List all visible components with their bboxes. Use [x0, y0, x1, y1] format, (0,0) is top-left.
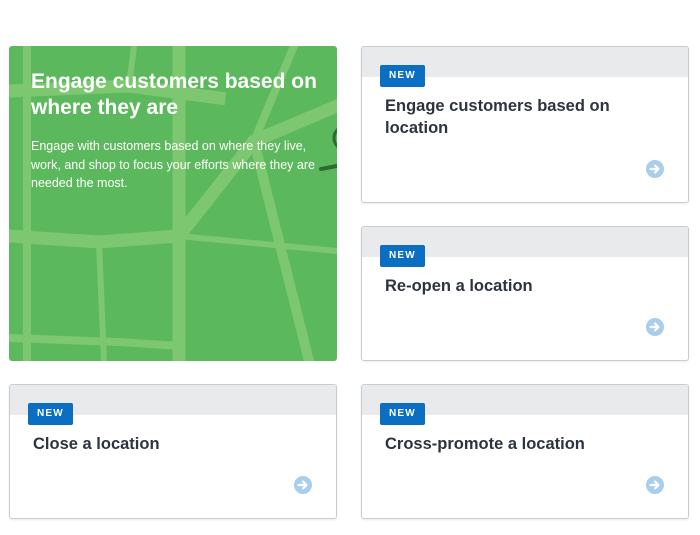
card-title: Re-open a location	[385, 277, 533, 295]
arrow-circle-right-icon[interactable]	[646, 318, 664, 336]
new-badge: NEW	[380, 403, 425, 425]
card-title: Engage customers based on location	[385, 97, 610, 137]
new-badge: NEW	[380, 245, 425, 267]
new-badge: NEW	[28, 403, 73, 425]
hero-description: Engage with customers based on where the…	[31, 139, 315, 190]
new-badge: NEW	[380, 65, 425, 87]
card-engage-customers-location[interactable]: NEW Engage customers based on location	[361, 46, 689, 203]
arrow-circle-right-icon[interactable]	[646, 476, 664, 494]
card-title: Close a location	[33, 435, 160, 453]
arrow-circle-right-icon[interactable]	[646, 160, 664, 178]
card-close-location[interactable]: NEW Close a location	[9, 384, 337, 519]
card-reopen-location[interactable]: NEW Re-open a location	[361, 226, 689, 361]
card-title: Cross-promote a location	[385, 435, 585, 453]
hero-card: Engage customers based on where they are…	[9, 46, 337, 361]
card-cross-promote-location[interactable]: NEW Cross-promote a location	[361, 384, 689, 519]
arrow-circle-right-icon[interactable]	[294, 476, 312, 494]
hero-title: Engage customers based on where they are	[31, 70, 317, 119]
